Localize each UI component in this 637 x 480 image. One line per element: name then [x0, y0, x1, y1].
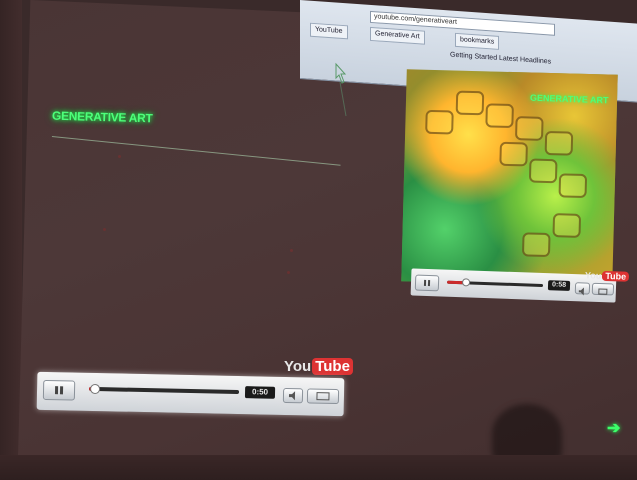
youtube-logo-you: You: [584, 270, 602, 281]
seek-handle[interactable]: [89, 383, 100, 395]
pattern-tile: [521, 232, 551, 258]
next-slide-arrow-icon[interactable]: ➔: [607, 418, 620, 438]
browser-tab[interactable]: bookmarks: [455, 32, 500, 50]
left-video-controls: 0:50: [36, 371, 345, 417]
pattern-tile: [552, 213, 582, 238]
youtube-logo-tube: Tube: [312, 358, 353, 375]
browser-tab[interactable]: Generative Art: [370, 26, 425, 45]
bookmarks-bar[interactable]: Getting Started Latest Headlines: [450, 50, 630, 73]
dust-speck: [118, 155, 121, 158]
dust-speck: [103, 228, 106, 231]
fullscreen-icon: [316, 392, 330, 401]
pattern-tile: [425, 109, 454, 135]
pattern-tile: [544, 130, 574, 156]
dust-speck: [290, 249, 293, 252]
play-pause-button[interactable]: [414, 274, 440, 292]
fullscreen-button[interactable]: [306, 388, 340, 405]
mouse-cursor-icon: [335, 62, 347, 117]
play-pause-button[interactable]: [42, 379, 76, 401]
left-video-title: GENERATIVE ART: [51, 108, 153, 126]
pause-icon: [54, 386, 64, 395]
browser-tab[interactable]: YouTube: [310, 22, 348, 40]
youtube-logo[interactable]: You Tube: [284, 358, 353, 376]
pattern-tile: [485, 103, 514, 129]
wall-left: [0, 0, 22, 460]
time-display: 0:50: [244, 386, 276, 399]
fullscreen-icon: [598, 288, 608, 295]
pattern-tile: [455, 90, 485, 116]
pause-icon: [423, 279, 431, 287]
seek-handle[interactable]: [462, 278, 471, 287]
fullscreen-button[interactable]: [591, 282, 615, 296]
volume-icon: [578, 287, 584, 296]
youtube-logo-you: You: [284, 358, 312, 375]
seek-bar[interactable]: [89, 386, 240, 395]
volume-icon: [288, 391, 296, 401]
youtube-logo-tube: Tube: [602, 270, 630, 282]
pattern-tile: [499, 141, 528, 167]
volume-button[interactable]: [574, 282, 591, 296]
wall-bottom: [0, 455, 637, 480]
dust-speck: [287, 271, 290, 274]
time-display: 0:58: [547, 280, 571, 291]
pattern-tile: [528, 158, 558, 184]
volume-button[interactable]: [282, 387, 304, 404]
pattern-tile: [514, 116, 544, 141]
pattern-tile: [558, 173, 588, 199]
youtube-logo[interactable]: You Tube: [585, 265, 630, 285]
